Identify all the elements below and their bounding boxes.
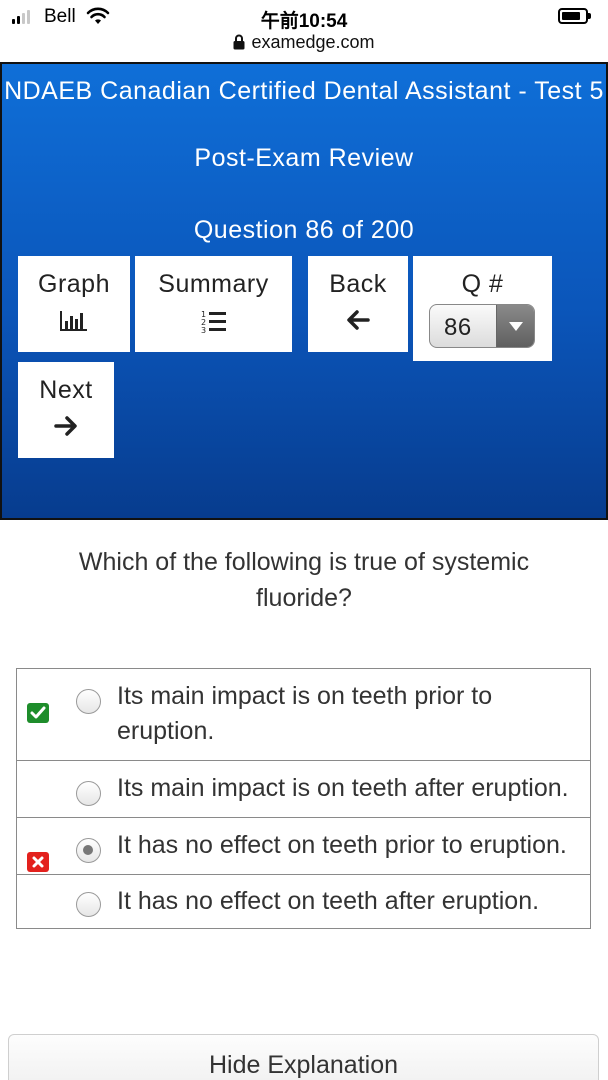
- url-text: examedge.com: [251, 32, 375, 52]
- answer-text: It has no effect on teeth after eruption…: [117, 887, 540, 915]
- url-bar[interactable]: examedge.com: [0, 32, 608, 62]
- answer-option[interactable]: Its main impact is on teeth after erupti…: [17, 761, 590, 818]
- arrow-right-icon: [18, 415, 114, 443]
- hide-explanation-button[interactable]: Hide Explanation: [8, 1034, 599, 1080]
- answer-radio[interactable]: [76, 892, 101, 917]
- chevron-down-icon: [496, 305, 534, 347]
- back-button-label: Back: [329, 270, 387, 298]
- answer-radio-selected[interactable]: [76, 838, 101, 863]
- question-number-select[interactable]: 86: [429, 304, 535, 348]
- summary-button-label: Summary: [158, 270, 269, 298]
- status-time: 午前10:54: [260, 11, 348, 32]
- question-counter: Question 86 of 200: [193, 216, 415, 244]
- graph-button-label: Graph: [38, 270, 110, 298]
- question-text: Which of the following is true of system…: [78, 548, 530, 612]
- svg-text:3: 3: [201, 326, 207, 335]
- answer-option[interactable]: Its main impact is on teeth prior to eru…: [17, 669, 590, 761]
- next-button[interactable]: Next: [18, 362, 114, 458]
- arrow-left-icon: [308, 309, 408, 337]
- incorrect-x-icon: [27, 852, 49, 872]
- answer-option[interactable]: It has no effect on teeth after eruption…: [17, 875, 590, 928]
- answer-text: Its main impact is on teeth prior to eru…: [117, 682, 493, 745]
- lock-icon: [233, 34, 245, 50]
- answer-radio[interactable]: [76, 689, 101, 714]
- answer-option[interactable]: It has no effect on teeth prior to erupt…: [17, 818, 590, 875]
- numbered-list-icon: 1 2 3: [135, 309, 292, 337]
- exam-title: NDAEB Canadian Certified Dental Assistan…: [4, 77, 604, 105]
- question-number-label: Q #: [461, 270, 504, 298]
- answer-text: Its main impact is on teeth after erupti…: [117, 774, 569, 802]
- summary-button[interactable]: Summary 1 2 3: [135, 256, 292, 352]
- answer-text: It has no effect on teeth prior to erupt…: [117, 831, 567, 859]
- battery-icon: [558, 8, 591, 24]
- question-number-panel: Q # 86: [413, 256, 552, 361]
- bar-chart-icon: [18, 309, 130, 337]
- graph-button[interactable]: Graph: [18, 256, 130, 352]
- answer-list: Its main impact is on teeth prior to eru…: [16, 668, 591, 929]
- question-number-value: 86: [444, 314, 472, 341]
- back-button[interactable]: Back: [308, 256, 408, 352]
- correct-check-icon: [27, 703, 49, 723]
- page-subtitle: Post-Exam Review: [194, 144, 414, 172]
- status-bar: Bell 午前10:54: [0, 0, 608, 32]
- answer-radio[interactable]: [76, 781, 101, 806]
- exam-header: NDAEB Canadian Certified Dental Assistan…: [0, 62, 608, 520]
- next-button-label: Next: [39, 376, 93, 404]
